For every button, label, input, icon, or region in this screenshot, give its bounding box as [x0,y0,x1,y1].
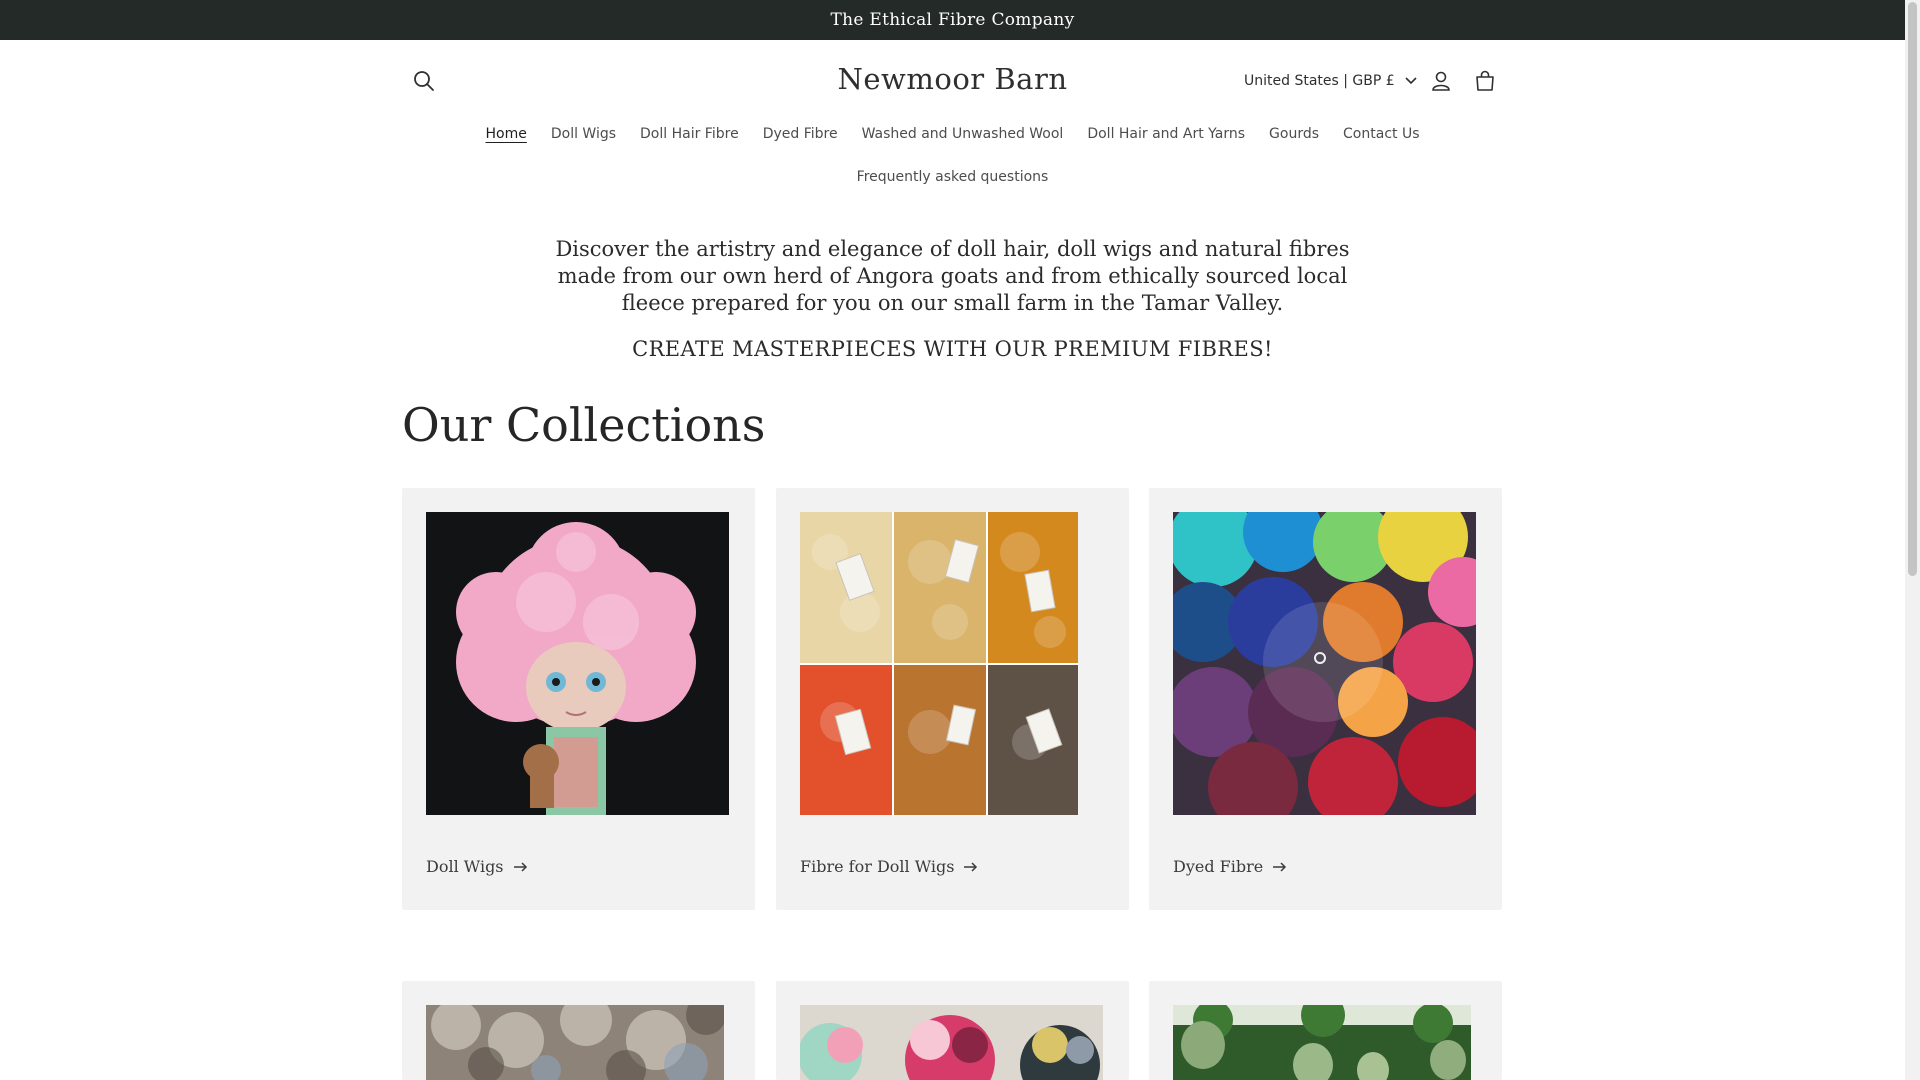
main-nav: Home Doll Wigs Doll Hair Fibre Dyed Fibr… [0,126,1905,142]
collection-label: Fibre for Doll Wigs [800,857,955,876]
nav-item-contact-us[interactable]: Contact Us [1331,126,1431,142]
scrollbar-thumb[interactable] [1908,2,1917,576]
collections-title: Our Collections [402,398,766,452]
collection-image-art-yarns [800,1005,1103,1080]
collection-label: Doll Wigs [426,857,504,876]
nav-item-dyed-fibre[interactable]: Dyed Fibre [751,126,850,142]
chevron-down-icon [1405,77,1417,85]
arrow-right-icon [513,861,527,872]
announcement-bar: The Ethical Fibre Company [0,0,1905,40]
collection-link-fibre-for-doll-wigs[interactable]: Fibre for Doll Wigs [800,857,978,876]
collection-image-washed-wool [426,1005,724,1080]
collection-image-doll-wigs [426,512,729,815]
collection-card-washed-wool[interactable] [402,981,755,1080]
collection-card-art-yarns[interactable] [776,981,1129,1080]
collection-image-fibre-for-doll-wigs [800,512,1078,815]
collection-image-dyed-fibre [1173,512,1476,815]
page-scrollbar[interactable] [1905,0,1920,1080]
account-button[interactable] [1421,61,1461,101]
collection-card-dyed-fibre[interactable]: Dyed Fibre [1149,488,1502,910]
collection-card-doll-wigs[interactable]: Doll Wigs [402,488,755,910]
nav-item-art-yarns[interactable]: Doll Hair and Art Yarns [1075,126,1257,142]
collection-image-gourds [1173,1005,1471,1080]
collection-card-gourds[interactable] [1149,981,1502,1080]
account-icon [1432,71,1450,91]
collection-card-fibre-for-doll-wigs[interactable]: Fibre for Doll Wigs [776,488,1129,910]
site-header: Newmoor Barn United States | GBP £ Home … [0,40,1905,200]
hero-description: Discover the artistry and elegance of do… [555,237,1350,315]
nav-item-doll-wigs[interactable]: Doll Wigs [539,126,628,142]
nav-item-doll-hair-fibre[interactable]: Doll Hair Fibre [628,126,751,142]
collection-link-dyed-fibre[interactable]: Dyed Fibre [1173,857,1287,876]
secondary-nav: Frequently asked questions [0,169,1905,185]
nav-item-gourds[interactable]: Gourds [1257,126,1331,142]
nav-item-washed-wool[interactable]: Washed and Unwashed Wool [850,126,1076,142]
hero-tagline: CREATE MASTERPIECES WITH OUR PREMIUM FIB… [632,337,1273,361]
locale-label: United States | GBP £ [1244,73,1395,89]
arrow-right-icon [1273,861,1287,872]
nav-item-home[interactable]: Home [474,126,539,142]
collection-label: Dyed Fibre [1173,857,1264,876]
cart-icon [1476,70,1494,91]
locale-selector[interactable]: United States | GBP £ [1244,66,1417,96]
hero-text: Discover the artistry and elegance of do… [540,236,1365,361]
nav-item-faq[interactable]: Frequently asked questions [845,169,1061,185]
collection-link-doll-wigs[interactable]: Doll Wigs [426,857,528,876]
arrow-right-icon [964,861,978,872]
announcement-text: The Ethical Fibre Company [830,10,1075,30]
cart-button[interactable] [1465,61,1505,101]
site-logo[interactable]: Newmoor Barn [0,62,1905,96]
